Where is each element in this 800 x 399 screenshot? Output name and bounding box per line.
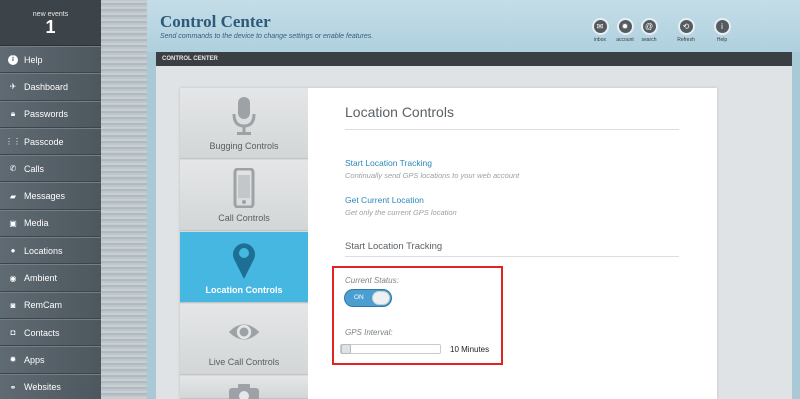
refresh-icon: ⟲ <box>677 18 695 35</box>
contacts-icon: ◘ <box>10 328 16 338</box>
tab-label: Bugging Controls <box>209 141 279 151</box>
info-icon: i <box>713 18 731 35</box>
microphone-icon <box>227 96 261 136</box>
mail-icon: ✉ <box>591 18 609 35</box>
control-tabs: Bugging Controls Call Controls Location … <box>180 88 308 399</box>
page-header: Control Center Send commands to the devi… <box>147 0 800 52</box>
sidebar-item-label: Dashboard <box>24 81 69 92</box>
message-icon: ▰ <box>9 191 17 201</box>
sidebar-item-label: Messages <box>24 191 66 202</box>
sidebar-item-messages[interactable]: ▰ Messages <box>0 182 101 210</box>
sidebar-item-label: Websites <box>24 382 61 393</box>
sidebar-item-contacts[interactable]: ◘ Contacts <box>0 318 101 347</box>
status-toggle[interactable]: ON <box>344 289 392 307</box>
sidebar-item-help[interactable]: i Help <box>0 46 101 74</box>
ambient-icon: ◉ <box>9 273 17 283</box>
sidebar-item-label: Passcode <box>24 136 64 147</box>
tab-live-call-controls[interactable]: Live Call Controls <box>180 304 308 375</box>
help-button[interactable]: i Help <box>705 18 739 43</box>
sidebar: new events 1 i Help ✈ Dashboard 🔒︎ Password… <box>0 0 101 399</box>
location-pin-icon <box>227 240 261 280</box>
eye-icon <box>227 312 261 352</box>
current-status-label: Current Status: <box>345 276 399 285</box>
tab-bugging-controls[interactable]: Bugging Controls <box>180 88 308 159</box>
tab-label: Live Call Controls <box>208 357 280 367</box>
gps-interval-value: 10 Minutes <box>450 345 490 354</box>
sidebar-item-label: Help <box>24 54 43 65</box>
camera-icon <box>227 384 261 399</box>
gear-icon: ✹ <box>9 355 17 365</box>
sidebar-item-ambient[interactable]: ◉ Ambient <box>0 264 101 292</box>
sidebar-item-locations[interactable]: ● Locations <box>0 237 101 265</box>
new-events-count: 1 <box>45 17 56 37</box>
new-events-badge[interactable]: new events 1 <box>0 0 101 46</box>
help-label: Help <box>716 37 728 43</box>
sidebar-item-label: Contacts <box>24 327 60 338</box>
sidebar-item-remcam[interactable]: ◙ RemCam <box>0 291 101 319</box>
image-icon: ▣ <box>9 218 17 228</box>
sidebar-item-label: Passwords <box>24 109 69 120</box>
sidebar-item-label: RemCam <box>24 300 63 311</box>
gps-interval-label: GPS Interval: <box>345 328 393 337</box>
search-label: search <box>641 37 657 43</box>
tab-label: Call Controls <box>218 213 270 223</box>
phone-icon: ✆ <box>9 164 17 174</box>
start-location-tracking-description: Continually send GPS locations to your w… <box>345 171 520 180</box>
slider-handle[interactable] <box>341 344 351 354</box>
camera-icon: ◙ <box>10 300 16 310</box>
lock-icon: 🔒︎ <box>10 109 16 119</box>
page-subtitle: Send commands to the device to change se… <box>160 33 374 40</box>
dashboard-icon: ✈ <box>9 82 17 92</box>
tab-camera-controls[interactable] <box>180 376 308 399</box>
tab-label: Location Controls <box>205 285 283 295</box>
pin-icon: ● <box>10 246 16 256</box>
gear-icon: ✹ <box>616 18 634 35</box>
refresh-button[interactable]: ⟲ Refresh <box>669 18 703 43</box>
tab-call-controls[interactable]: Call Controls <box>180 160 308 231</box>
content-title: Location Controls <box>345 104 454 120</box>
sidebar-item-media[interactable]: ▣ Media <box>0 209 101 238</box>
phone-device-icon <box>227 168 261 208</box>
sidebar-item-label: Locations <box>24 245 63 256</box>
sidebar-item-label: Apps <box>24 354 45 365</box>
help-icon: i <box>8 54 18 65</box>
section-divider <box>345 256 679 257</box>
refresh-label: Refresh <box>677 37 695 43</box>
sidebar-item-websites[interactable]: ⚭ Websites <box>0 373 101 399</box>
keypad-icon: ⋮⋮ <box>5 137 21 147</box>
get-current-location-description: Get only the current GPS location <box>345 208 457 217</box>
sidebar-item-calls[interactable]: ✆ Calls <box>0 155 101 183</box>
sidebar-item-passcode[interactable]: ⋮⋮ Passcode <box>0 127 101 156</box>
link-icon: ⚭ <box>9 382 17 392</box>
gps-interval-slider[interactable] <box>340 344 441 354</box>
search-button[interactable]: @ search <box>632 18 666 43</box>
toggle-state: ON <box>354 294 364 301</box>
sidebar-item-label: Ambient <box>24 273 58 284</box>
sidebar-nav: i Help ✈ Dashboard 🔒︎ Passwords ⋮⋮ Passcode … <box>0 46 101 399</box>
start-location-tracking-link[interactable]: Start Location Tracking <box>345 158 432 168</box>
sidebar-item-passwords[interactable]: 🔒︎ Passwords <box>0 100 101 128</box>
section-title: Start Location Tracking <box>345 241 443 252</box>
toggle-knob[interactable] <box>372 291 390 305</box>
tab-location-controls[interactable]: Location Controls <box>180 232 308 303</box>
title-divider <box>345 129 679 130</box>
sidebar-item-apps[interactable]: ✹ Apps <box>0 346 101 374</box>
get-current-location-link[interactable]: Get Current Location <box>345 195 424 205</box>
new-events-label: new events <box>32 11 69 18</box>
sidebar-item-dashboard[interactable]: ✈ Dashboard <box>0 73 101 101</box>
at-icon: @ <box>640 18 658 35</box>
decorative-band <box>101 0 147 399</box>
sidebar-item-label: Calls <box>24 163 45 174</box>
sidebar-item-label: Media <box>24 218 49 229</box>
panel-header: CONTROL CENTER <box>156 52 792 66</box>
page-title: Control Center <box>160 12 271 31</box>
